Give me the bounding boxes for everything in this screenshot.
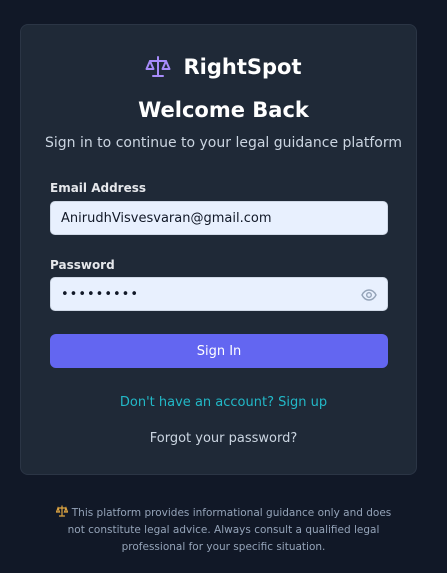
forgot-password-link[interactable]: Forgot your password? <box>0 430 447 448</box>
email-label: Email Address <box>50 181 147 195</box>
sign-in-button[interactable]: Sign In <box>50 334 388 368</box>
email-field-container <box>50 201 388 235</box>
password-field-container <box>50 277 388 311</box>
password-field[interactable] <box>51 278 387 310</box>
password-label: Password <box>50 258 115 272</box>
scales-of-justice-icon <box>55 505 68 517</box>
email-field[interactable] <box>51 202 387 234</box>
page-title: Welcome Back <box>138 98 309 122</box>
sign-up-link[interactable]: Don't have an account? Sign up <box>0 394 447 412</box>
brand-header: RightSpot <box>0 54 447 80</box>
scales-of-justice-icon <box>145 56 171 77</box>
disclaimer: This platform provides informational gui… <box>48 505 399 556</box>
brand-name: RightSpot <box>183 55 302 79</box>
eye-icon[interactable] <box>361 287 377 303</box>
disclaimer-text: This platform provides informational gui… <box>67 507 392 553</box>
page-subtitle: Sign in to continue to your legal guidan… <box>44 135 402 151</box>
